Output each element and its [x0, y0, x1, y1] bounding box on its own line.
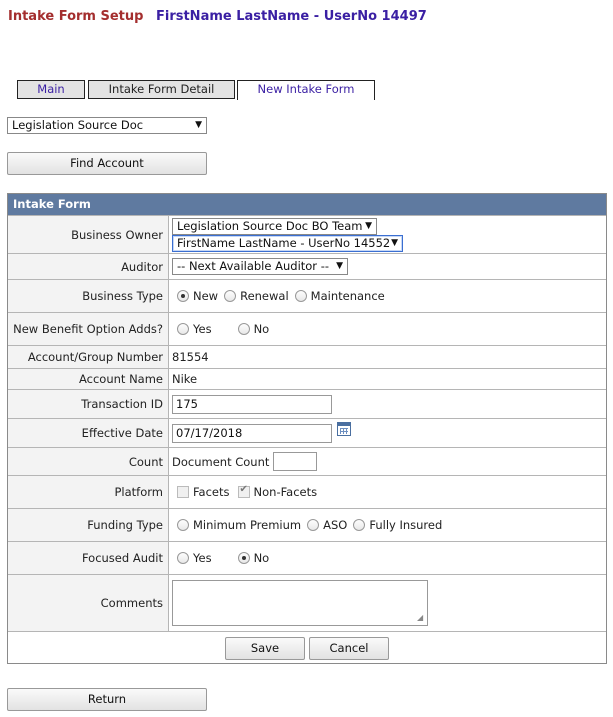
comments-row: Comments ◢	[8, 574, 606, 631]
focused-audit-no-radio[interactable]: No	[237, 551, 270, 565]
business-owner-row: Business Owner Legislation Source Doc BO…	[8, 215, 606, 253]
platform-non-facets-checkbox[interactable]: Non-Facets	[237, 484, 318, 499]
radio-icon[interactable]	[177, 552, 189, 564]
doc-type-select-value: Legislation Source Doc	[12, 118, 144, 132]
business-owner-user-value: FirstName LastName - UserNo 14552	[177, 236, 391, 250]
focused-audit-no-label: No	[253, 551, 270, 565]
business-type-renewal-radio[interactable]: Renewal	[224, 289, 289, 303]
effective-date-input[interactable]: 07/17/2018	[172, 423, 332, 443]
checkbox-icon[interactable]	[177, 486, 189, 498]
radio-selected-icon[interactable]	[237, 552, 250, 564]
auditor-value: -- Next Available Auditor --	[177, 259, 329, 273]
account-group-number-value: 81554	[172, 350, 209, 364]
auditor-select[interactable]: -- Next Available Auditor -- ▼	[172, 258, 348, 275]
radio-icon[interactable]	[224, 290, 237, 302]
effective-date-row: Effective Date 07/17/2018	[8, 418, 606, 447]
focused-audit-row: Focused Audit Yes No	[8, 541, 606, 574]
business-type-renewal-label: Renewal	[240, 289, 289, 303]
tab-main[interactable]: Main	[17, 80, 85, 99]
business-type-new-radio[interactable]: New	[177, 289, 218, 303]
platform-row: Platform Facets Non-Facets	[8, 475, 606, 508]
return-button[interactable]: Return	[7, 688, 207, 711]
document-count-label: Document Count	[172, 454, 270, 469]
new-benefit-row: New Benefit Option Adds? Yes No	[8, 312, 606, 345]
radio-icon[interactable]	[177, 519, 189, 531]
account-group-number-row: Account/Group Number 81554	[8, 345, 606, 368]
transaction-id-input[interactable]: 175	[172, 394, 332, 414]
page-title: Intake Form Setup	[8, 9, 144, 24]
account-name-value: Nike	[172, 372, 198, 386]
auditor-label: Auditor	[8, 254, 169, 279]
chevron-down-icon: ▼	[336, 261, 343, 271]
funding-type-row: Funding Type Minimum Premium ASO Fully I…	[8, 508, 606, 541]
funding-aso-radio[interactable]: ASO	[307, 518, 347, 532]
tab-intake-form-detail[interactable]: Intake Form Detail	[88, 80, 235, 99]
funding-fully-insured-radio[interactable]: Fully Insured	[353, 518, 442, 532]
intake-form-title: Intake Form	[8, 194, 606, 215]
find-account-button[interactable]: Find Account	[7, 152, 207, 175]
business-type-label: Business Type	[8, 280, 169, 312]
radio-icon[interactable]	[307, 519, 320, 531]
chevron-down-icon: ▼	[365, 221, 372, 231]
business-type-maintenance-label: Maintenance	[310, 289, 385, 303]
resize-handle-icon[interactable]: ◢	[417, 613, 423, 622]
radio-selected-icon[interactable]	[177, 290, 189, 302]
chevron-down-icon: ▼	[195, 120, 202, 130]
funding-type-label: Funding Type	[8, 509, 169, 541]
radio-icon[interactable]	[237, 323, 250, 335]
radio-icon[interactable]	[353, 519, 366, 531]
tab-new-intake-form[interactable]: New Intake Form	[237, 80, 375, 100]
business-type-maintenance-radio[interactable]: Maintenance	[294, 289, 385, 303]
form-actions-row: Save Cancel	[8, 631, 606, 663]
chevron-down-icon: ▼	[391, 238, 398, 248]
platform-label: Platform	[8, 476, 169, 508]
auditor-row: Auditor -- Next Available Auditor -- ▼	[8, 253, 606, 279]
count-label: Count	[8, 448, 169, 475]
platform-non-facets-label: Non-Facets	[253, 485, 318, 499]
account-name-row: Account Name Nike	[8, 368, 606, 389]
business-owner-team-select[interactable]: Legislation Source Doc BO Team ▼	[172, 218, 377, 235]
business-type-new-label: New	[193, 289, 219, 303]
checkbox-checked-icon[interactable]	[237, 484, 250, 498]
platform-facets-checkbox[interactable]: Facets	[177, 485, 230, 499]
business-owner-team-value: Legislation Source Doc BO Team	[177, 219, 363, 233]
document-count-input[interactable]	[273, 452, 318, 471]
page-header: Intake Form Setup FirstName LastName - U…	[8, 9, 427, 24]
radio-icon[interactable]	[177, 323, 189, 335]
new-benefit-yes-label: Yes	[193, 322, 212, 336]
comments-textarea[interactable]	[172, 580, 428, 626]
new-benefit-yes-radio[interactable]: Yes	[177, 322, 212, 336]
comments-label: Comments	[8, 575, 169, 631]
funding-aso-label: ASO	[323, 518, 348, 532]
funding-fully-insured-label: Fully Insured	[369, 518, 443, 532]
current-user: FirstName LastName - UserNo 14497	[155, 9, 427, 24]
business-owner-user-select[interactable]: FirstName LastName - UserNo 14552 ▼	[172, 235, 403, 252]
account-group-number-label: Account/Group Number	[8, 346, 169, 368]
transaction-id-label: Transaction ID	[8, 390, 169, 418]
radio-icon[interactable]	[294, 290, 307, 302]
focused-audit-yes-radio[interactable]: Yes	[177, 551, 212, 565]
business-owner-label: Business Owner	[8, 216, 169, 253]
new-benefit-no-radio[interactable]: No	[237, 322, 270, 336]
focused-audit-yes-label: Yes	[193, 551, 212, 565]
calendar-icon[interactable]	[337, 422, 351, 436]
business-type-row: Business Type New Renewal Maintenance	[8, 279, 606, 312]
effective-date-label: Effective Date	[8, 419, 169, 447]
funding-minimum-premium-radio[interactable]: Minimum Premium	[177, 518, 301, 532]
focused-audit-label: Focused Audit	[8, 542, 169, 574]
new-benefit-no-label: No	[253, 322, 270, 336]
save-button[interactable]: Save	[225, 637, 305, 660]
doc-type-select[interactable]: Legislation Source Doc ▼	[7, 117, 207, 134]
transaction-id-row: Transaction ID 175	[8, 389, 606, 418]
new-benefit-label: New Benefit Option Adds?	[8, 313, 169, 345]
platform-facets-label: Facets	[193, 485, 230, 499]
funding-minimum-premium-label: Minimum Premium	[193, 518, 302, 532]
intake-form: Intake Form Business Owner Legislation S…	[7, 193, 607, 664]
account-name-label: Account Name	[8, 369, 169, 389]
count-row: Count Document Count	[8, 447, 606, 475]
cancel-button[interactable]: Cancel	[309, 637, 389, 660]
